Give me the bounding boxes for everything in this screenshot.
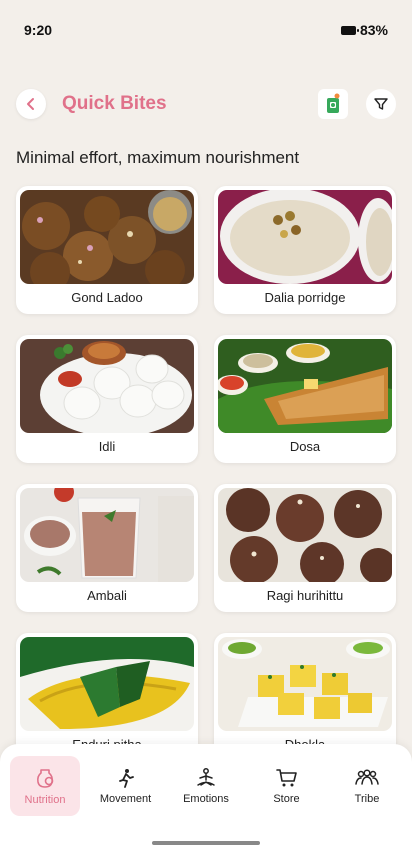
food-card-idli[interactable]: Idli [16,335,198,463]
status-right: 83% [340,22,388,38]
nutrition-icon [37,769,54,788]
nav-label: Movement [99,793,152,805]
food-image [218,339,392,433]
nav-item-store[interactable]: Store [252,756,322,816]
cart-icon [275,769,297,787]
nav-item-tribe[interactable]: Tribe [332,756,402,816]
group-icon [355,769,379,785]
food-image [218,637,392,731]
food-image [218,488,392,582]
section-subtitle: Minimal effort, maximum nourishment [16,148,300,167]
status-time: 9:20 [24,22,53,38]
page-title: Quick Bites [62,93,167,114]
food-image [218,190,392,284]
meditation-icon [197,768,215,786]
food-label: Dosa [289,439,321,454]
food-card-dalia-porridge[interactable]: Dalia porridge [214,186,396,314]
nav-item-nutrition[interactable]: Nutrition [10,756,80,816]
food-label: Ambali [87,588,127,603]
filter-icon [374,98,388,110]
battery-percent: 83% [359,22,388,38]
jar-icon [327,93,340,113]
nav-label: Store [273,793,300,805]
nav-label: Tribe [354,793,380,805]
food-card-ragi-hurihittu[interactable]: Ragi hurihittu [214,484,396,612]
food-label: Dalia porridge [264,290,346,305]
chevron-left-icon [27,98,34,110]
food-image [20,637,194,731]
food-card-ambali[interactable]: Ambali [16,484,198,612]
header-actions [318,89,396,119]
nav-label: Emotions [183,793,229,805]
jar-button[interactable] [318,89,348,119]
header: Quick Bites [0,86,412,122]
status-bar: 9:20 83% [0,0,412,60]
battery-icon [340,25,359,35]
food-label: Gond Ladoo [71,290,143,305]
food-image [20,339,194,433]
food-card-dosa[interactable]: Dosa [214,335,396,463]
nav-item-movement[interactable]: Movement [91,756,161,816]
food-label: Idli [98,439,116,454]
bottom-nav: Nutrition Movement Emotions Store Tribe [0,744,412,856]
nav-label: Nutrition [24,794,66,806]
running-person-icon [118,769,134,788]
food-image [20,488,194,582]
back-button[interactable] [16,89,46,119]
food-card-gond-ladoo[interactable]: Gond Ladoo [16,186,198,314]
food-image [20,190,194,284]
food-card-dhokla[interactable]: Dhokla [214,633,396,761]
food-grid: Gond Ladoo Dalia porridge Idli Dosa Amba… [16,186,396,761]
nav-item-emotions[interactable]: Emotions [171,756,241,816]
food-label: Ragi hurihittu [266,588,344,603]
home-indicator [152,841,260,845]
filter-button[interactable] [366,89,396,119]
food-card-enduri-pitha[interactable]: Enduri pitha [16,633,198,761]
